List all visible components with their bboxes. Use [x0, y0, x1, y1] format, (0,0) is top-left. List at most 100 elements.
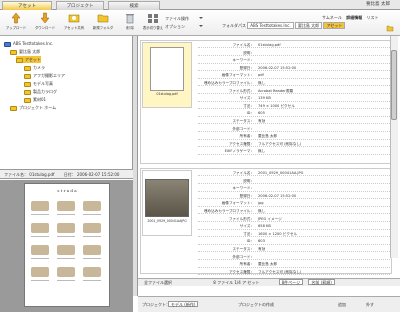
tree-item-afga[interactable]: アフガ撮影エリア: [24, 72, 65, 79]
detail-value: JPEG イメージ: [258, 216, 282, 221]
detail-value: 658 KB: [258, 224, 271, 229]
tree-item-company[interactable]: ABS Testtotakes.Inc.: [4, 40, 53, 47]
detail-value: 603: [258, 239, 265, 244]
share-label: アセット共有: [63, 26, 85, 30]
folder-icon: [16, 57, 23, 63]
detail-label: 所有者：: [239, 134, 254, 139]
detail-label: 埋め込みカラープロファイル：: [203, 209, 254, 213]
detail-row: サイズ： 658 KB: [198, 223, 390, 230]
folder-icon: [24, 97, 31, 103]
detail-value: 無し: [258, 149, 266, 154]
file-name-value: 01stulag.pdf: [29, 172, 55, 177]
detail-row: ステータス： 有効: [198, 246, 390, 253]
detail-row: 埋め込みカラープロファイル： 無し: [198, 208, 390, 215]
detail-label: アクセス権限：: [229, 269, 254, 274]
detail-value: 749 × 1000 ピクセル: [258, 103, 295, 108]
detail-row: 画像フォーマット： pdf: [198, 72, 390, 79]
download-icon: [40, 12, 50, 24]
new-folder-button[interactable]: 新規フォルダ: [89, 12, 117, 34]
file-operation-label[interactable]: ファイル操作: [165, 15, 189, 23]
download-button[interactable]: ダウンロード: [31, 12, 59, 34]
tree-item-material[interactable]: 素材01: [24, 96, 46, 103]
detail-value: pdf: [258, 73, 264, 78]
detail-label: ID：: [246, 111, 254, 116]
folder-up-icon[interactable]: [386, 24, 394, 32]
view-tab-list[interactable]: リスト: [366, 15, 378, 20]
detail-label: 説明：: [243, 178, 254, 183]
detail-value: 2001_0929_00041AA.JPG: [258, 171, 304, 175]
folder-path-label: フォルダパス: [222, 23, 246, 28]
detail-label: アクセス権限：: [229, 141, 254, 146]
select-all-label[interactable]: 全ファイル選択: [144, 280, 172, 285]
thumbnail-filename: 01stulag.pdf: [156, 92, 178, 96]
detail-value: フルアクセス可 (削除なし): [258, 141, 302, 146]
detail-value: 要比島 太郎: [258, 262, 278, 267]
tree-item-project-home[interactable]: プロジェクト ホーム: [10, 104, 56, 111]
upload-button[interactable]: アップロード: [2, 12, 30, 34]
view-tabs: サムネール 詳細情報 リスト: [322, 15, 381, 21]
detail-label: 外部コード：: [232, 254, 254, 259]
tree-item-camera[interactable]: カメラ: [24, 64, 45, 71]
upload-icon: [11, 12, 21, 24]
tree-label: アセット: [25, 57, 41, 62]
detail-value: 無し: [258, 209, 266, 213]
file-count: 8 ファイル 1/4 ア セット: [213, 280, 260, 285]
view-switch-icon: [148, 14, 158, 23]
tab-asset[interactable]: アセット: [2, 1, 52, 10]
detail-label: 画像フォーマット：: [221, 201, 254, 206]
view-switch-button[interactable]: 表示切り替え: [139, 12, 167, 34]
detail-value: 139 KB: [258, 96, 271, 101]
breadcrumb-asset[interactable]: アセット: [323, 22, 346, 29]
breadcrumb-user[interactable]: 要比島 太郎: [294, 22, 323, 29]
share-icon: [68, 14, 80, 23]
detail-label: ファイル名：: [232, 43, 254, 47]
detail-label: ファイル形式：: [228, 216, 254, 221]
per-page-select[interactable]: 8件ページ: [278, 279, 304, 285]
tree-item-model[interactable]: モデル写真: [24, 80, 53, 87]
asset-thumbnail-selected[interactable]: 01stulag.pdf: [142, 42, 192, 108]
asset-thumbnail[interactable]: 2001_0929_00041AAJPG: [142, 170, 192, 236]
view-tab-detail[interactable]: 詳細情報: [346, 15, 362, 20]
detail-label: キーワード：: [232, 186, 254, 191]
project-select[interactable]: モデル (新作): [168, 301, 199, 307]
detail-value: 無し: [258, 81, 266, 85]
detail-label: ステータス：: [232, 247, 254, 251]
preview-content-illustration: [31, 201, 101, 281]
view-tab-thumbnail[interactable]: サムネール: [322, 15, 342, 20]
scrollbar-thumb[interactable]: [391, 50, 397, 120]
folder-icon: [24, 65, 31, 71]
tree-label: アフガ撮影エリア: [33, 73, 65, 78]
share-button[interactable]: アセット共有: [60, 12, 88, 34]
detail-label: ステータス：: [232, 119, 254, 123]
detail-value: 有効: [258, 119, 266, 123]
breadcrumb-company[interactable]: ABS Testtotakes.Inc.: [247, 22, 294, 29]
detail-label: ファイル名：: [232, 171, 254, 175]
tree-label: ABS Testtotakes.Inc.: [13, 41, 54, 46]
detail-value: 2006-02-07 15:52:00: [258, 193, 297, 198]
detail-row: 登録日： 2006-02-07 15:52:00: [198, 65, 390, 72]
add-button[interactable]: 追加: [338, 302, 346, 308]
tab-search[interactable]: 検索: [108, 1, 160, 10]
tree-item-user[interactable]: 要比島 太郎: [10, 48, 40, 55]
detail-label: 登録日：: [239, 65, 254, 70]
remove-button[interactable]: 外す: [366, 302, 374, 308]
tree-label: 要比島 太郎: [19, 49, 41, 54]
new-folder-label: 新規フォルダ: [92, 26, 114, 30]
detail-row: 外部コード：: [198, 126, 390, 132]
thumbnail-filename: 2001_0929_00041AAJPG: [147, 219, 187, 223]
file-operation-menu: ファイル操作 オプション: [165, 15, 189, 31]
download-label: ダウンロード: [34, 26, 56, 30]
detail-value: 01stulag.pdf: [258, 43, 281, 47]
file-op-arrow-icon[interactable]: [199, 16, 203, 20]
sort-select[interactable]: 名前 (昇順): [308, 279, 335, 285]
tab-project[interactable]: プロジェクト: [56, 1, 104, 10]
tree-item-asset[interactable]: アセット: [16, 56, 41, 63]
detail-row: 登録日： 2006-02-07 15:52:00: [198, 193, 390, 200]
detail-value: Acrobat Reader書類: [258, 88, 293, 93]
folder-icon: [10, 49, 17, 55]
options-arrow-icon[interactable]: [199, 24, 203, 28]
options-label[interactable]: オプション: [165, 23, 189, 31]
create-project-button[interactable]: プロジェクトの作成: [238, 302, 274, 308]
tree-item-catalog[interactable]: 製品カラログ: [24, 88, 57, 95]
detail-row: アクセス権限： フルアクセス可 (削除なし): [198, 269, 390, 276]
